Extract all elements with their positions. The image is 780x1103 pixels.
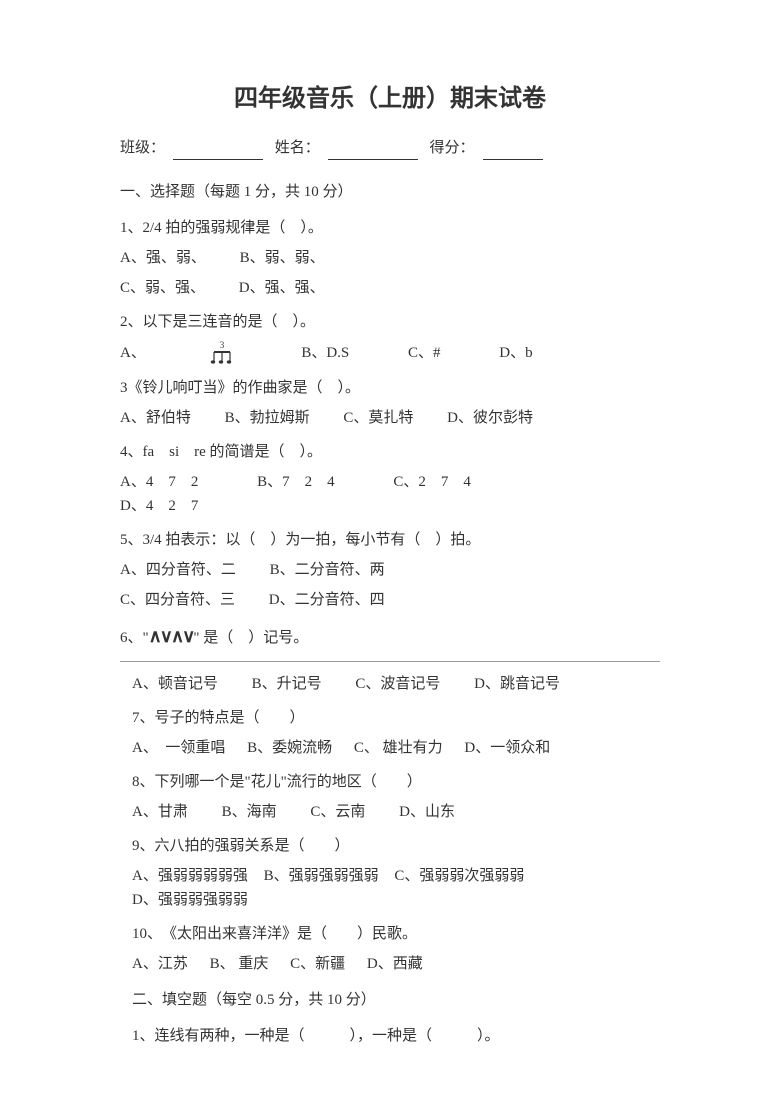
q10-option-b: B、 重庆: [210, 952, 269, 976]
q5-option-d: D、二分音符、四: [269, 588, 385, 612]
q5-options-row2: C、四分音符、三 D、二分音符、四: [120, 588, 660, 612]
section-1-title: 一、选择题（每题 1 分，共 10 分）: [120, 180, 660, 204]
q10-option-d: D、西藏: [367, 952, 423, 976]
q6-option-a: A、顿音记号: [132, 672, 218, 696]
score-label: 得分：: [430, 140, 475, 156]
svg-text:3: 3: [219, 340, 224, 350]
question-5: 5、3/4 拍表示：以（ ）为一拍，每小节有（ ）拍。 A、四分音符、二 B、二…: [120, 528, 660, 612]
q4-option-c: C、2 7 4: [393, 470, 471, 494]
question-3: 3《铃儿响叮当》的作曲家是（ ）。 A、舒伯特 B、勃拉姆斯 C、莫扎特 D、彼…: [120, 376, 660, 430]
name-blank[interactable]: [328, 142, 418, 160]
q1-text: 1、2/4 拍的强弱规律是（ ）。: [120, 216, 660, 240]
q6-option-d: D、跳音记号: [474, 672, 560, 696]
name-label: 姓名：: [275, 140, 320, 156]
question-7: 7、号子的特点是（ ） A、 一领重唱 B、委婉流畅 C、 雄壮有力 D、一领众…: [132, 706, 660, 760]
class-label: 班级：: [120, 140, 165, 156]
score-blank[interactable]: [483, 142, 543, 160]
q3-option-d: D、彼尔彭特: [447, 406, 533, 430]
q8-options: A、甘肃 B、海南 C、云南 D、山东: [132, 800, 660, 824]
q7-option-c: C、 雄壮有力: [354, 736, 443, 760]
q8-option-b: B、海南: [222, 800, 277, 824]
q10-option-a: A、江苏: [132, 952, 188, 976]
q2-options: A、 3 B、D.S C、# D、b: [120, 340, 660, 366]
fill-question-1: 1、连线有两种，一种是（ ），一种是（ ）。: [132, 1024, 660, 1048]
q4-options: A、4 7 2 B、7 2 4 C、2 7 4 D、4 2 7: [120, 470, 660, 518]
question-8: 8、下列哪一个是"花儿"流行的地区（ ） A、甘肃 B、海南 C、云南 D、山东: [132, 770, 660, 824]
q7-options: A、 一领重唱 B、委婉流畅 C、 雄壮有力 D、一领众和: [132, 736, 660, 760]
class-blank[interactable]: [173, 142, 263, 160]
q3-option-c: C、莫扎特: [343, 406, 413, 430]
q6-option-b: B、升记号: [252, 672, 322, 696]
q3-option-a: A、舒伯特: [120, 406, 191, 430]
question-10: 10、 《太阳出来喜洋洋》是（ ）民歌。 A、江苏 B、 重庆 C、新疆 D、西…: [132, 922, 660, 976]
q7-option-d: D、一领众和: [464, 736, 550, 760]
q6-option-c: C、波音记号: [355, 672, 440, 696]
q3-option-b: B、勃拉姆斯: [225, 406, 310, 430]
divider-line: [120, 661, 660, 662]
q2-option-b: B、D.S: [301, 341, 349, 365]
q8-option-c: C、云南: [310, 800, 365, 824]
q2-option-d: D、b: [499, 341, 532, 365]
q1-options-row2: C、弱、强、 D、强、强、: [120, 276, 660, 300]
question-9: 9、六八拍的强弱关系是（ ） A、强弱弱弱弱强 B、强弱强弱强弱 C、强弱弱次强…: [132, 834, 660, 912]
q1-option-b: B、弱、弱、: [240, 246, 325, 270]
q6-text: 6、"∧∨∧∨" 是（ ）记号。: [120, 622, 660, 651]
question-1: 1、2/4 拍的强弱规律是（ ）。 A、强、弱、 B、弱、弱、 C、弱、强、 D…: [120, 216, 660, 300]
q4-option-a: A、4 7 2: [120, 470, 198, 494]
q4-option-d: D、4 2 7: [120, 494, 198, 518]
q5-option-b: B、二分音符、两: [270, 558, 385, 582]
q1-options-row1: A、强、弱、 B、弱、弱、: [120, 246, 660, 270]
q5-options-row1: A、四分音符、二 B、二分音符、两: [120, 558, 660, 582]
question-6: 6、"∧∨∧∨" 是（ ）记号。: [120, 622, 660, 651]
q3-text: 3《铃儿响叮当》的作曲家是（ ）。: [120, 376, 660, 400]
q10-option-c: C、新疆: [290, 952, 345, 976]
q2-option-a: A、 3: [120, 340, 243, 366]
q7-option-a: A、 一领重唱: [132, 736, 225, 760]
section-2-title: 二、填空题（每空 0.5 分，共 10 分）: [132, 988, 660, 1012]
q9-text: 9、六八拍的强弱关系是（ ）: [132, 834, 660, 858]
exam-title: 四年级音乐（上册）期末试卷: [120, 80, 660, 118]
q9-option-c: C、强弱弱次强弱弱: [394, 864, 524, 888]
q9-option-a: A、强弱弱弱弱强: [132, 864, 248, 888]
mordent-icon: ∧∨∧∨: [149, 626, 194, 646]
q9-option-b: B、强弱强弱强弱: [264, 864, 379, 888]
q5-option-c: C、四分音符、三: [120, 588, 235, 612]
question-6-options: A、顿音记号 B、升记号 C、波音记号 D、跳音记号: [132, 672, 660, 696]
question-4: 4、fa si re 的简谱是（ ）。 A、4 7 2 B、7 2 4 C、2 …: [120, 440, 660, 518]
question-2: 2、以下是三连音的是（ ）。 A、 3 B、D.S C、# D、b: [120, 310, 660, 366]
header-fields: 班级： 姓名： 得分：: [120, 136, 660, 160]
q7-text: 7、号子的特点是（ ）: [132, 706, 660, 730]
q2-option-c: C、#: [408, 341, 441, 365]
q4-option-b: B、7 2 4: [257, 470, 335, 494]
q3-options: A、舒伯特 B、勃拉姆斯 C、莫扎特 D、彼尔彭特: [120, 406, 660, 430]
triplet-icon: 3: [209, 340, 239, 366]
q10-options: A、江苏 B、 重庆 C、新疆 D、西藏: [132, 952, 660, 976]
q10-text: 10、 《太阳出来喜洋洋》是（ ）民歌。: [132, 922, 660, 946]
q8-option-a: A、甘肃: [132, 800, 188, 824]
q1-option-c: C、弱、强、: [120, 276, 205, 300]
q9-option-d: D、强弱弱强弱弱: [132, 888, 248, 912]
q7-option-b: B、委婉流畅: [247, 736, 332, 760]
q6-options: A、顿音记号 B、升记号 C、波音记号 D、跳音记号: [132, 672, 660, 696]
q5-option-a: A、四分音符、二: [120, 558, 236, 582]
fill1-text: 1、连线有两种，一种是（ ），一种是（ ）。: [132, 1024, 660, 1048]
q8-text: 8、下列哪一个是"花儿"流行的地区（ ）: [132, 770, 660, 794]
q1-option-d: D、强、强、: [239, 276, 325, 300]
q9-options: A、强弱弱弱弱强 B、强弱强弱强弱 C、强弱弱次强弱弱 D、强弱弱强弱弱: [132, 864, 660, 912]
q4-text: 4、fa si re 的简谱是（ ）。: [120, 440, 660, 464]
q2-text: 2、以下是三连音的是（ ）。: [120, 310, 660, 334]
q1-option-a: A、强、弱、: [120, 246, 206, 270]
q8-option-d: D、山东: [399, 800, 455, 824]
q5-text: 5、3/4 拍表示：以（ ）为一拍，每小节有（ ）拍。: [120, 528, 660, 552]
